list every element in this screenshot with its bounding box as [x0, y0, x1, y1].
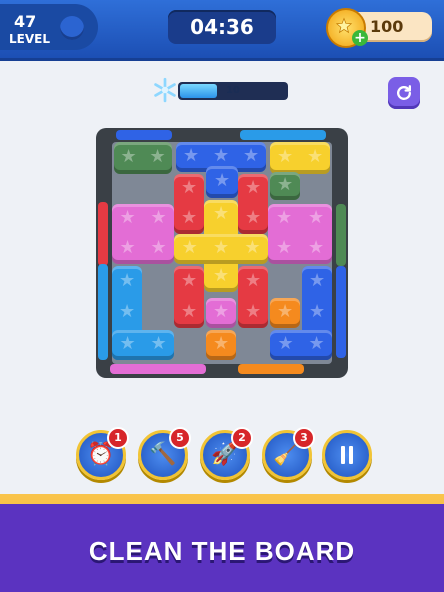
- pause-button[interactable]: [322, 430, 372, 480]
- gate-bottom-orange: [238, 364, 304, 374]
- gate-right-blue: [336, 266, 346, 358]
- star-emboss-icon: ★: [119, 333, 136, 354]
- star-emboss-icon: ★: [181, 177, 198, 198]
- star-emboss-icon: ★: [150, 207, 167, 228]
- pause-icon: [341, 446, 353, 464]
- gate-right-green: [336, 204, 346, 266]
- freeze-progress-bar: 10: [178, 82, 288, 100]
- progress-value: 10: [226, 85, 240, 96]
- powerup-vacuum-button[interactable]: 🧹 3: [262, 427, 315, 480]
- powerup-count: 5: [169, 427, 191, 449]
- star-emboss-icon: ★: [245, 177, 262, 198]
- star-emboss-icon: ★: [181, 207, 198, 228]
- star-emboss-icon: ★: [213, 333, 230, 354]
- block-yellow-top[interactable]: ★ ★: [270, 142, 330, 174]
- block-pink-right[interactable]: ★ ★ ★ ★: [268, 204, 332, 264]
- star-emboss-icon: ★: [119, 269, 136, 291]
- powerup-hammer-button[interactable]: 🔨 5: [138, 427, 191, 480]
- powerup-clock-button[interactable]: ⏰ 1: [76, 427, 129, 480]
- gate-left-sky: [98, 264, 108, 360]
- star-emboss-icon: ★: [213, 264, 230, 286]
- star-emboss-icon: ★: [277, 301, 294, 322]
- block-pink-small[interactable]: ★: [206, 298, 236, 328]
- star-emboss-icon: ★: [181, 269, 198, 291]
- restart-icon: [397, 85, 411, 100]
- star-emboss-icon: ★: [119, 237, 136, 258]
- block-red-right[interactable]: ★ ★: [238, 174, 268, 234]
- block-orange-bottom[interactable]: ★: [206, 330, 236, 360]
- gate-top-blue: [116, 130, 172, 140]
- powerup-rocket-button[interactable]: 🚀 2: [200, 427, 253, 480]
- star-emboss-icon: ★: [181, 300, 198, 322]
- game-board: ★ ★ ★ ★ ★ ★ ★ ★ ★ ★ ★ ★ ★ ★ ★ ★ ★ ★ ★ ★ ★ ★ ★ ★ ★ ★ ★ ★ ★…: [96, 128, 348, 378]
- star-emboss-icon: ★: [119, 301, 136, 322]
- star-emboss-icon: ★: [150, 237, 167, 258]
- star-emboss-icon: ★: [308, 207, 325, 228]
- block-yellow-cross-h[interactable]: ★ ★ ★: [174, 234, 268, 264]
- block-blue-top-stem[interactable]: ★: [206, 166, 238, 198]
- star-emboss-icon: ★: [244, 237, 261, 258]
- footer-banner: CLEAN THE BOARD: [0, 494, 444, 592]
- level-indicator: 47 LEVEL: [0, 4, 98, 50]
- star-emboss-icon: ★: [308, 333, 325, 354]
- coin-amount: 100: [370, 17, 404, 36]
- snowflake-icon: [154, 77, 176, 103]
- star-emboss-icon: ★: [150, 333, 167, 354]
- star-emboss-icon: ★: [213, 237, 230, 258]
- block-sky-horizontal[interactable]: ★ ★: [112, 330, 174, 360]
- block-pink-left[interactable]: ★ ★ ★ ★: [112, 204, 174, 264]
- star-emboss-icon: ★: [276, 237, 293, 258]
- star-emboss-icon: ★: [277, 333, 294, 354]
- board-grid: ★ ★ ★ ★ ★ ★ ★ ★ ★ ★ ★ ★ ★ ★ ★ ★ ★ ★ ★ ★ ★ ★ ★ ★ ★ ★ ★ ★ ★…: [112, 142, 332, 364]
- powerup-count: 3: [293, 427, 315, 449]
- gate-top-sky: [240, 130, 326, 140]
- coin-counter[interactable]: + 100: [326, 8, 432, 48]
- star-emboss-icon: ★: [214, 170, 231, 191]
- star-emboss-icon: ★: [119, 207, 136, 228]
- block-red-bottom-right[interactable]: ★ ★: [238, 266, 268, 328]
- star-emboss-icon: ★: [245, 207, 262, 228]
- block-red-left[interactable]: ★ ★: [174, 174, 204, 234]
- star-emboss-icon: ★: [149, 146, 166, 167]
- block-green[interactable]: ★ ★: [114, 142, 172, 174]
- star-emboss-icon: ★: [245, 300, 262, 322]
- level-number: 47: [14, 12, 37, 31]
- star-emboss-icon: ★: [213, 301, 230, 322]
- star-emboss-icon: ★: [277, 146, 294, 167]
- star-emboss-icon: ★: [276, 207, 293, 228]
- star-emboss-icon: ★: [183, 145, 200, 166]
- star-emboss-icon: ★: [213, 203, 230, 225]
- level-label: LEVEL: [9, 32, 50, 46]
- top-bar: 47 LEVEL 04:36 + 100: [0, 0, 444, 61]
- block-blue-right-horizontal[interactable]: ★ ★: [270, 330, 332, 360]
- block-red-bottom-left[interactable]: ★ ★: [174, 266, 204, 328]
- restart-button[interactable]: [388, 77, 420, 109]
- level-knob: [60, 16, 84, 40]
- star-emboss-icon: ★: [307, 146, 324, 167]
- gate-left-red: [98, 202, 108, 266]
- star-emboss-icon: ★: [309, 269, 326, 291]
- powerup-count: 2: [231, 427, 253, 449]
- star-emboss-icon: ★: [277, 174, 294, 195]
- banner-panel: CLEAN THE BOARD: [0, 504, 444, 592]
- star-emboss-icon: ★: [308, 237, 325, 258]
- gate-bottom-pink: [110, 364, 206, 374]
- add-coins-icon[interactable]: +: [352, 30, 368, 46]
- star-emboss-icon: ★: [245, 269, 262, 291]
- star-emboss-icon: ★: [243, 145, 260, 166]
- block-green-small[interactable]: ★: [270, 172, 300, 200]
- star-emboss-icon: ★: [120, 146, 137, 167]
- star-emboss-icon: ★: [213, 145, 230, 166]
- star-emboss-icon: ★: [309, 301, 326, 322]
- star-emboss-icon: ★: [181, 237, 198, 258]
- powerup-count: 1: [107, 427, 129, 449]
- block-orange-right[interactable]: ★: [270, 298, 300, 328]
- banner-text: CLEAN THE BOARD: [88, 536, 356, 566]
- powerup-bar: ⏰ 1 🔨 5 🚀 2 🧹 3: [72, 427, 372, 482]
- timer: 04:36: [168, 10, 276, 44]
